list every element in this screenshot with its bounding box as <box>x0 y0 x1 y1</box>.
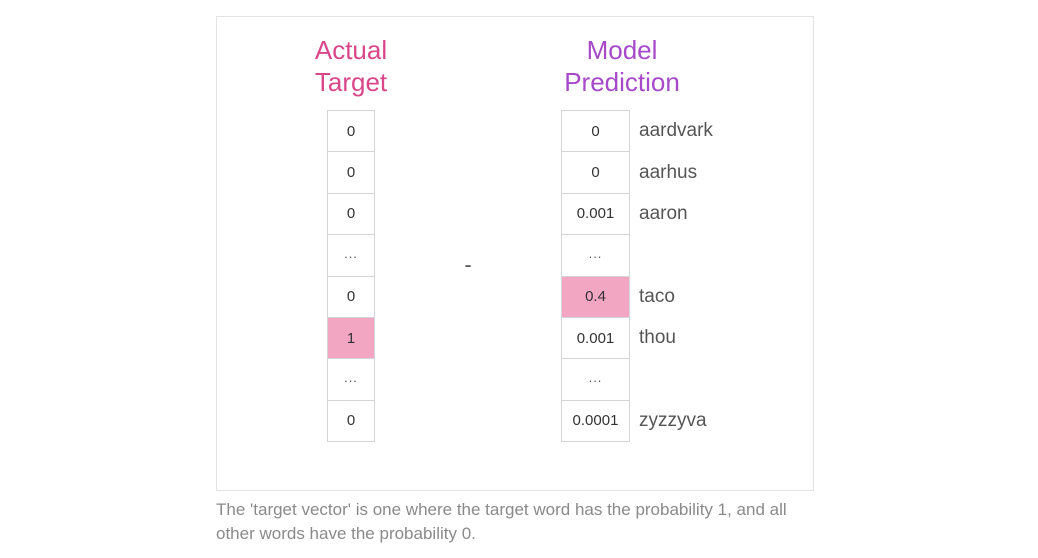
model-title-line-2: Prediction <box>564 67 680 97</box>
model-cell-aarhus: 0 <box>561 151 630 194</box>
word-label-aarhus: aarhus <box>639 161 698 183</box>
word-label-empty <box>639 358 713 400</box>
actual-title-line-2: Target <box>314 67 388 97</box>
model-cell-taco: 0.4 <box>561 275 630 318</box>
actual-title-line-1: Actual <box>314 35 388 65</box>
actual-cell-aaron: 0 <box>327 192 375 236</box>
model-cell-ellipsis: ... <box>561 358 630 401</box>
word-label-taco: taco <box>639 285 675 307</box>
actual-cell-thou: 1 <box>327 316 375 360</box>
word-label-aardvark: aardvark <box>639 120 713 142</box>
model-title-line-1: Model <box>586 35 658 65</box>
actual-cell-ellipsis: ... <box>327 234 375 277</box>
actual-cell-aardvark: 0 <box>327 110 375 153</box>
actual-cell-ellipsis: ... <box>327 358 375 401</box>
model-cell-aaron: 0.001 <box>561 192 630 236</box>
minus-operator: - <box>464 252 472 277</box>
vocabulary-labels: aardvark aarhus aaron taco thou zyzzyva <box>639 110 713 442</box>
figure-caption: The 'target vector' is one where the tar… <box>216 500 787 543</box>
actual-target-title: Actual Target <box>292 34 410 98</box>
actual-cell-zyzzyva: 0 <box>327 399 375 443</box>
model-cell-thou: 0.001 <box>561 316 630 360</box>
actual-target-vector: 0 0 0 ... 0 1 ... 0 <box>327 110 375 443</box>
model-cell-ellipsis: ... <box>561 234 630 277</box>
word-label-aaron: aaron <box>639 202 688 224</box>
model-cell-zyzzyva: 0.0001 <box>561 399 630 443</box>
word-label-zyzzyva: zyzzyva <box>639 409 707 431</box>
word-label-empty <box>639 234 713 276</box>
word-label-thou: thou <box>639 327 676 349</box>
model-prediction-vector: 0 0 0.001 ... 0.4 0.001 ... 0.0001 <box>561 110 630 443</box>
actual-cell-aarhus: 0 <box>327 151 375 194</box>
actual-cell-taco: 0 <box>327 275 375 318</box>
model-cell-aardvark: 0 <box>561 110 630 153</box>
model-prediction-title: Model Prediction <box>552 34 692 98</box>
